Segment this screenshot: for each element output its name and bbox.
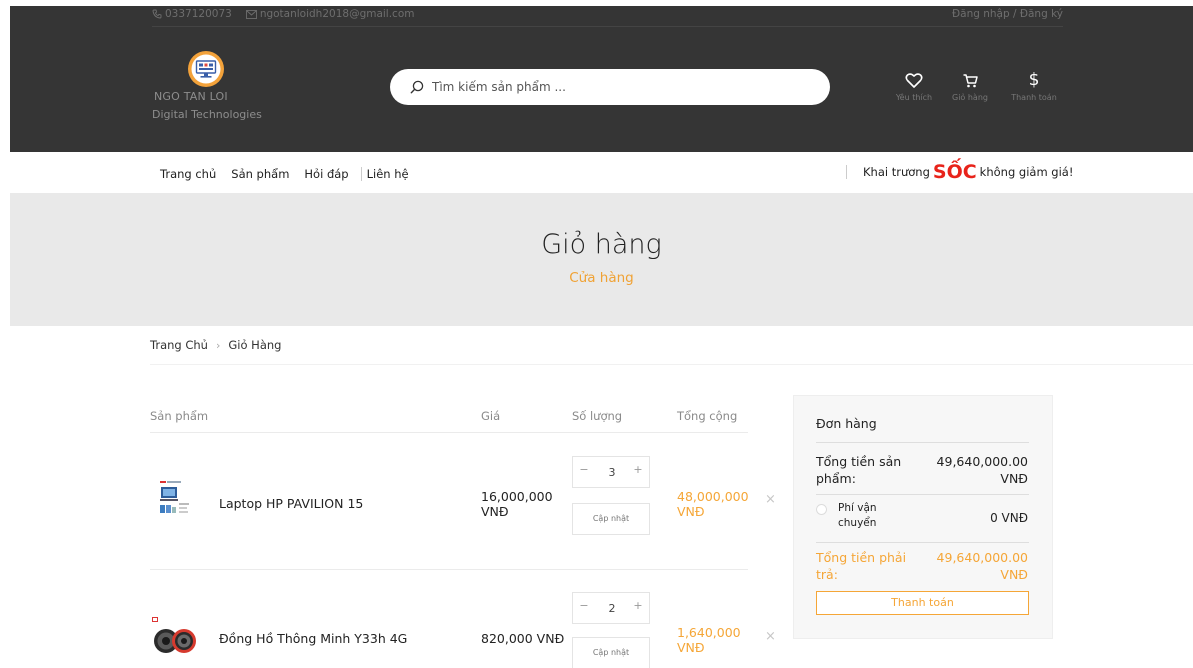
logo-monitor-icon (188, 51, 224, 87)
phone-icon (152, 9, 162, 19)
grand-total-label: Tổng tiền phải trả: (816, 550, 907, 582)
product-name[interactable]: Đồng Hồ Thông Minh Y33h 4G (219, 631, 407, 646)
remove-item-button[interactable]: × (765, 629, 776, 644)
shipping-value: 0 VNĐ (990, 511, 1028, 525)
update-button[interactable]: Cập nhật (572, 637, 650, 668)
order-summary: Đơn hàng Tổng tiền sản phẩm: 49,640,000.… (793, 395, 1053, 639)
promo-divider (846, 165, 847, 179)
main-nav: Trang chủ Sản phẩm Hỏi đáp Liên hệ (160, 165, 409, 183)
quantity-decrease-button[interactable]: − (577, 599, 591, 612)
cart-icon (963, 74, 978, 88)
breadcrumb-current: Giỏ Hàng (228, 338, 282, 352)
chevron-right-icon: › (215, 338, 221, 352)
order-summary-title: Đơn hàng (816, 416, 877, 431)
nav-item-home[interactable]: Trang chủ (160, 167, 216, 181)
quantity-stepper[interactable]: − 2 + (572, 592, 650, 624)
col-header-price: Giá (481, 409, 501, 423)
cart-button[interactable]: Giỏ hàng (942, 70, 998, 102)
remove-item-button[interactable]: × (765, 492, 776, 507)
promo-highlight: SỐC (932, 161, 977, 183)
checkout-header-button[interactable]: $ Thanh toán (1006, 70, 1062, 102)
phone-number: 0337120073 (165, 8, 232, 20)
page-banner: Giỏ hàng Cửa hàng (10, 193, 1193, 326)
search-bar[interactable] (390, 69, 830, 105)
product-price: 16,000,000 VNĐ (481, 489, 553, 519)
line-total: 48,000,000 VNĐ (677, 489, 749, 519)
table-header-divider (150, 432, 748, 433)
email-contact[interactable]: ngotanloidh2018@gmail.com (245, 8, 415, 20)
shipping-label: Phí vận chuyển (838, 502, 877, 529)
page-title: Giỏ hàng (541, 229, 662, 260)
wishlist-button[interactable]: Yêu thích (886, 70, 942, 102)
summary-divider (816, 442, 1029, 443)
product-price: 820,000 VNĐ (481, 631, 565, 646)
logo-line-1: NGO TAN LOI (154, 90, 228, 103)
shipping-radio[interactable] (816, 504, 827, 515)
heart-icon (905, 73, 923, 88)
quantity-decrease-button[interactable]: − (577, 463, 591, 476)
quantity-increase-button[interactable]: + (631, 599, 645, 612)
col-header-product: Sản phẩm (150, 409, 209, 423)
site-header: 0337120073 ngotanloidh2018@gmail.com Đăn… (10, 6, 1193, 152)
summary-divider (816, 494, 1029, 495)
search-icon[interactable] (410, 80, 424, 94)
nav-item-contact[interactable]: Liên hệ (367, 167, 409, 181)
update-button[interactable]: Cập nhật (572, 503, 650, 535)
phone-contact[interactable]: 0337120073 (152, 8, 232, 20)
promo-text-before: Khai trương (863, 165, 930, 179)
cart-label: Giỏ hàng (952, 93, 988, 102)
checkout-header-label: Thanh toán (1011, 93, 1057, 102)
nav-item-faq[interactable]: Hỏi đáp (304, 167, 348, 181)
quantity-increase-button[interactable]: + (631, 463, 645, 476)
summary-divider (816, 542, 1029, 543)
breadcrumb-divider (150, 364, 1193, 365)
contact-info: 0337120073 ngotanloidh2018@gmail.com (152, 8, 415, 20)
promo-text-after: không giảm giá! (979, 165, 1074, 179)
topbar-divider (152, 26, 1063, 27)
login-register-link[interactable]: Đăng nhập / Đăng ký (952, 8, 1063, 20)
breadcrumb-home[interactable]: Trang Chủ (150, 338, 208, 352)
smartwatch-product-image[interactable] (151, 616, 199, 658)
quantity-value[interactable]: 3 (599, 466, 625, 479)
grand-total-value: 49,640,000.00 VNĐ (936, 550, 1028, 582)
wishlist-label: Yêu thích (895, 93, 933, 102)
top-bar: 0337120073 ngotanloidh2018@gmail.com Đăn… (152, 8, 1063, 24)
laptop-product-image[interactable] (157, 479, 193, 519)
checkout-button[interactable]: Thanh toán (816, 591, 1029, 615)
subtotal-value: 49,640,000.00 VNĐ (936, 454, 1028, 486)
col-header-quantity: Số lượng (572, 409, 623, 423)
page-subtitle: Cửa hàng (569, 270, 634, 286)
product-name[interactable]: Laptop HP PAVILION 15 (219, 496, 363, 511)
mail-icon (245, 9, 257, 19)
quantity-stepper[interactable]: − 3 + (572, 456, 650, 488)
email-address: ngotanloidh2018@gmail.com (259, 8, 415, 20)
search-input[interactable] (432, 80, 812, 94)
nav-item-products[interactable]: Sản phẩm (231, 167, 289, 181)
quantity-value[interactable]: 2 (599, 602, 625, 615)
row-divider (150, 569, 748, 570)
breadcrumb: Trang Chủ › Giỏ Hàng (150, 338, 281, 352)
line-total: 1,640,000 VNĐ (677, 625, 741, 655)
subtotal-label: Tổng tiền sản phẩm: (816, 454, 902, 486)
nav-separator (360, 167, 362, 181)
promo-banner: Khai trương SỐC không giảm giá! (846, 161, 1073, 183)
logo-line-2: Digital Technologies (152, 108, 262, 121)
header-actions: Yêu thích Giỏ hàng $ Thanh toán (876, 70, 1072, 116)
col-header-total: Tổng cộng (677, 409, 738, 423)
dollar-icon: $ (1028, 70, 1040, 90)
site-logo[interactable]: NGO TAN LOI Digital Technologies (152, 50, 282, 130)
